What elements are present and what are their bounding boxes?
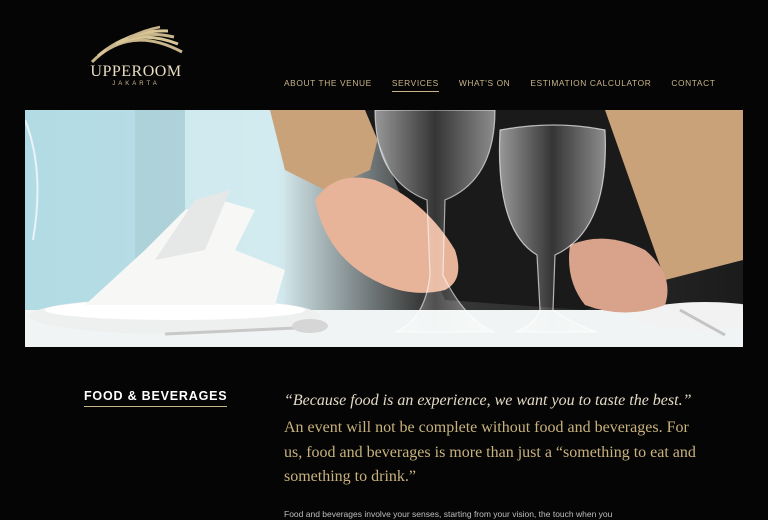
- arch-logo-icon: [90, 25, 183, 64]
- section-paragraph: An event will not be complete without fo…: [284, 419, 696, 485]
- nav-contact[interactable]: CONTACT: [671, 78, 715, 92]
- nav-about-the-venue[interactable]: ABOUT THE VENUE: [284, 78, 372, 92]
- hero-image: [25, 110, 743, 347]
- logo-city: JAKARTA: [112, 81, 160, 87]
- section-title: FOOD & BEVERAGES: [84, 389, 228, 407]
- section-quote: “Because food is an experience, we want …: [284, 392, 692, 409]
- main-nav: ABOUT THE VENUE SERVICES WHAT'S ON ESTIM…: [284, 78, 735, 92]
- nav-estimation-calculator[interactable]: ESTIMATION CALCULATOR: [530, 78, 651, 92]
- nav-whats-on[interactable]: WHAT'S ON: [459, 78, 511, 92]
- upperoom-logo[interactable]: UPPEROOM JAKARTA: [84, 22, 188, 90]
- logo-wordmark: UPPEROOM: [90, 63, 182, 80]
- section-paragraph-2: Food and beverages involve your senses, …: [284, 509, 613, 519]
- nav-services[interactable]: SERVICES: [391, 78, 439, 92]
